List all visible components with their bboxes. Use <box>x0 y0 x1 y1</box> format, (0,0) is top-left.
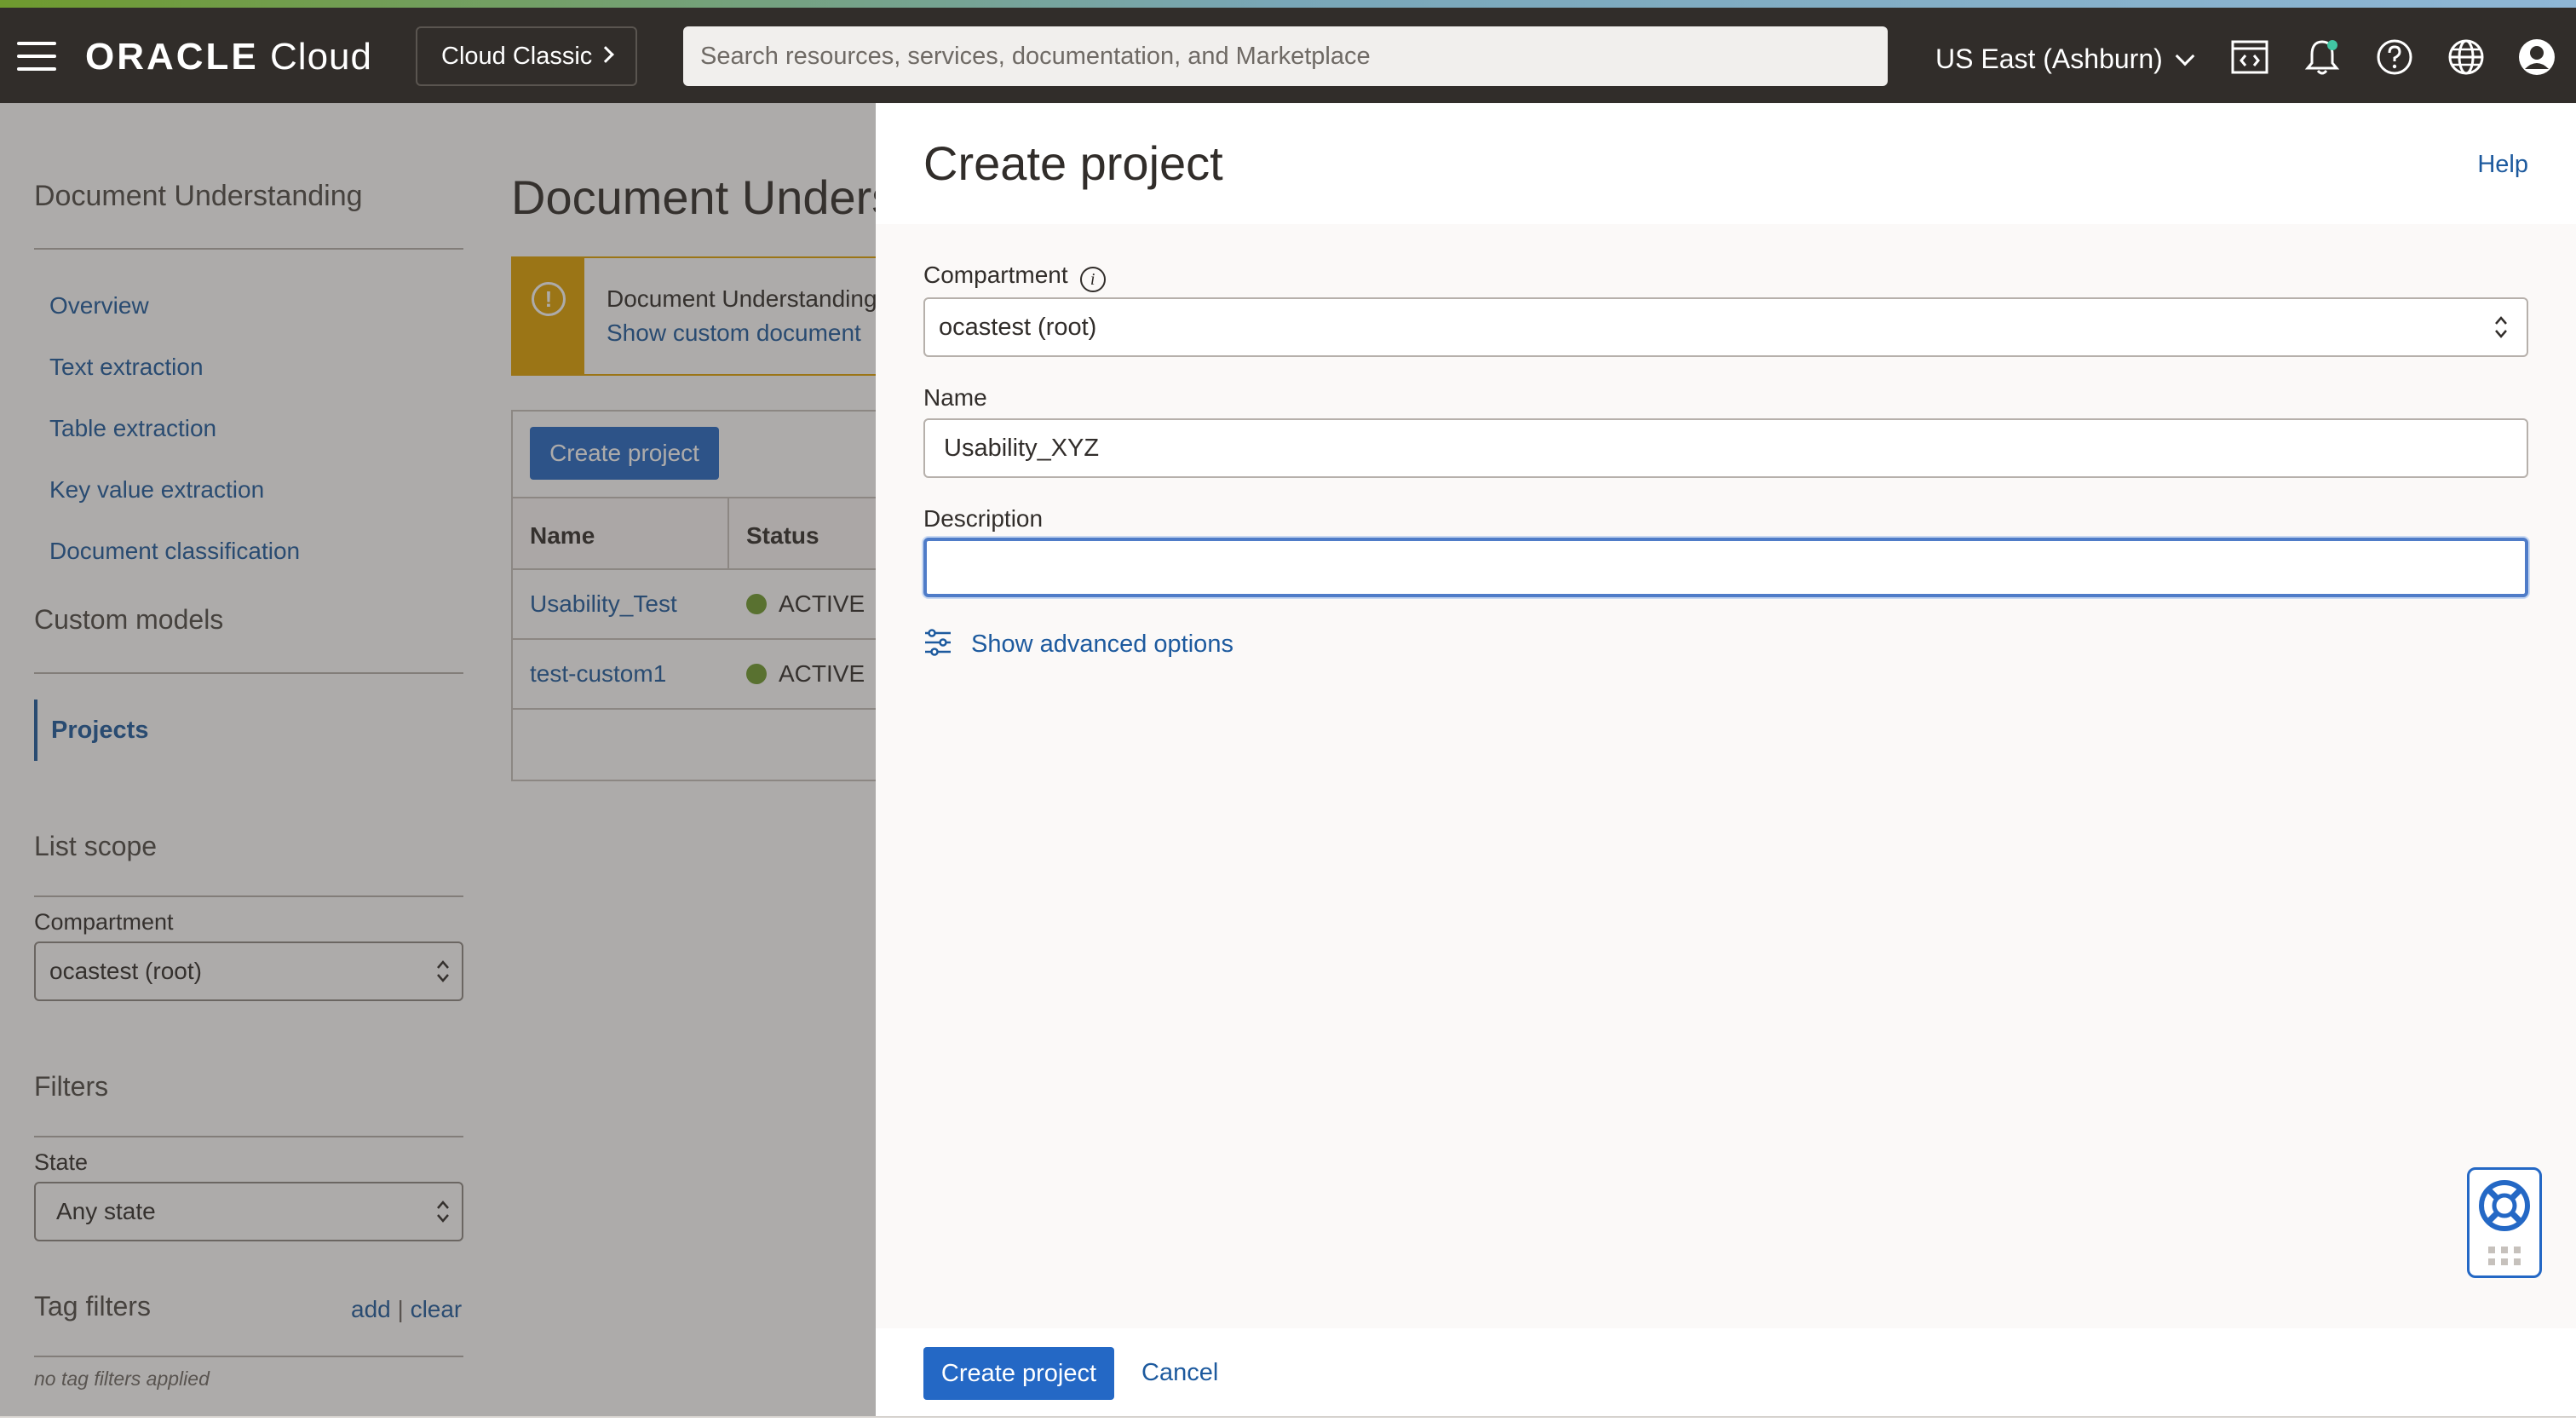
lifebuoy-icon <box>2479 1180 2530 1265</box>
compartment-label-text: Compartment <box>923 262 1068 288</box>
cloud-classic-label: Cloud Classic <box>441 43 593 70</box>
cancel-link[interactable]: Cancel <box>1141 1359 1218 1387</box>
support-widget[interactable] <box>2467 1167 2542 1278</box>
info-icon[interactable]: i <box>1079 267 1106 292</box>
panel-title: Create project <box>923 136 1223 190</box>
sliders-icon <box>925 629 951 656</box>
brand-light: Cloud <box>270 36 372 78</box>
globe-icon[interactable] <box>2446 37 2487 78</box>
advanced-options-label: Show advanced options <box>971 631 1233 658</box>
chevron-down-icon <box>2175 46 2195 66</box>
oracle-cloud-logo[interactable]: ORACLE Cloud <box>85 33 372 81</box>
bell-icon[interactable] <box>2302 37 2343 78</box>
name-field-label: Name <box>923 384 987 411</box>
help-link[interactable]: Help <box>2477 151 2528 179</box>
menu-icon[interactable] <box>17 42 56 71</box>
top-navigation-bar: ORACLE Cloud Cloud Classic US East (Ashb… <box>0 8 2576 103</box>
help-icon[interactable] <box>2374 37 2415 78</box>
compartment-value: ocastest (root) <box>939 314 1097 341</box>
top-accent-strip <box>0 0 2576 8</box>
panel-footer: Create project Cancel <box>876 1328 2576 1416</box>
chevron-right-icon <box>597 46 614 63</box>
global-search-input[interactable] <box>683 26 1888 86</box>
region-selector[interactable]: US East (Ashburn) <box>1935 42 2195 76</box>
compartment-select[interactable]: ocastest (root) <box>923 297 2528 357</box>
name-input[interactable] <box>923 418 2528 478</box>
description-input[interactable] <box>923 538 2528 597</box>
user-icon[interactable] <box>2516 37 2557 78</box>
bottom-edge <box>0 1416 2576 1428</box>
brand-bold: ORACLE <box>85 36 259 78</box>
select-arrows-icon <box>2495 316 2507 338</box>
show-advanced-options-link[interactable]: Show advanced options <box>923 623 1233 659</box>
submit-create-project-button[interactable]: Create project <box>923 1347 1114 1400</box>
compartment-field-label: Compartment i <box>923 262 1106 292</box>
panel-header: Create project Help <box>876 103 2576 224</box>
cloud-classic-button[interactable]: Cloud Classic <box>416 26 637 86</box>
description-field-label: Description <box>923 505 1044 532</box>
region-label: US East (Ashburn) <box>1935 43 2163 74</box>
modal-backdrop[interactable] <box>0 103 876 1416</box>
create-project-panel: Create project Help Compartment i ocastes… <box>876 103 2576 1416</box>
code-editor-icon[interactable] <box>2229 37 2270 78</box>
